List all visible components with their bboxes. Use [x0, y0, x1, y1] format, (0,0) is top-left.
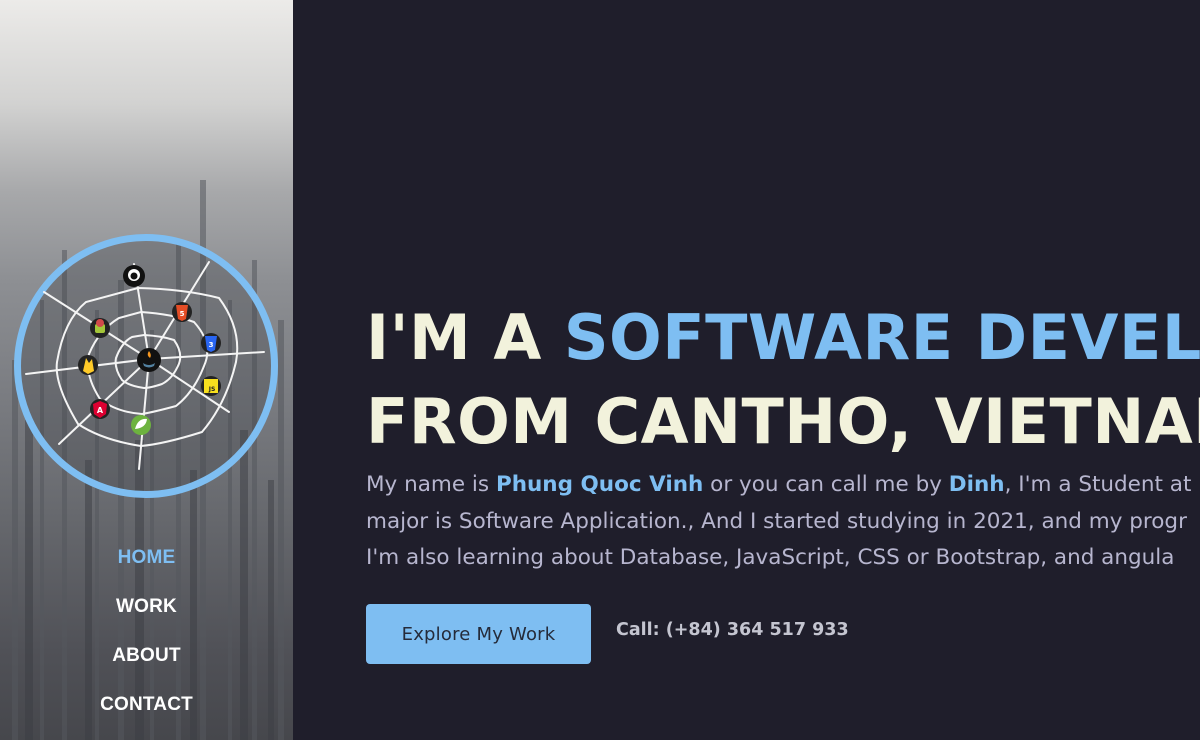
- intro-text-1a: My name is: [366, 472, 496, 497]
- intro-text-2: major is Software Application., And I st…: [366, 508, 1187, 534]
- svg-text:5: 5: [180, 310, 185, 318]
- hero-headline: I'M A SOFTWARE DEVELOPER FROM CANTHO, VI…: [366, 296, 1200, 464]
- intro-paragraph: My name is Phung Quoc Vinh or you can ca…: [366, 467, 1200, 577]
- nav-home[interactable]: HOME: [0, 543, 293, 592]
- intro-full-name: Phung Quoc Vinh: [495, 472, 704, 497]
- svg-text:3: 3: [209, 341, 214, 349]
- java-icon: [137, 348, 161, 372]
- headline-highlight: SOFTWARE DEVELOPER: [563, 301, 1200, 374]
- hero-section: I'M A SOFTWARE DEVELOPER FROM CANTHO, VI…: [293, 0, 1200, 740]
- intro-text-1b: or you can call me by: [703, 472, 949, 497]
- sidebar: 5 3 JS A HOME WORK ABOUT CONTACT: [0, 0, 293, 740]
- headline-line2: FROM CANTHO, VIETNAM: [366, 385, 1200, 458]
- nav-contact[interactable]: CONTACT: [0, 690, 293, 739]
- angular-icon: A: [90, 399, 110, 419]
- nav-about[interactable]: ABOUT: [0, 641, 293, 690]
- html5-icon: 5: [172, 302, 192, 322]
- spider-web-logo: 5 3 JS A: [14, 234, 278, 498]
- nav-work[interactable]: WORK: [0, 592, 293, 641]
- spring-icon: [131, 415, 151, 435]
- intro-text-1c: , I'm a Student at: [1004, 472, 1192, 497]
- android-icon: [90, 318, 110, 338]
- javascript-icon: JS: [201, 376, 221, 396]
- css3-icon: 3: [201, 333, 221, 353]
- intro-nickname: Dinh: [948, 472, 1005, 497]
- github-icon: [123, 265, 145, 287]
- svg-text:JS: JS: [208, 386, 216, 393]
- intro-text-3: I'm also learning about Database, JavaSc…: [366, 545, 1175, 570]
- svg-text:A: A: [97, 406, 104, 415]
- main-nav: HOME WORK ABOUT CONTACT: [0, 543, 293, 739]
- firebase-icon: [78, 355, 98, 375]
- headline-line1: I'M A SOFTWARE DEVELOPER: [366, 301, 1200, 374]
- headline-prefix: I'M A: [366, 301, 564, 374]
- explore-my-work-button[interactable]: Explore My Work: [366, 604, 591, 664]
- spider-web-graphic: 5 3 JS A: [25, 261, 265, 470]
- phone-contact[interactable]: Call: (+84) 364 517 933: [616, 620, 849, 640]
